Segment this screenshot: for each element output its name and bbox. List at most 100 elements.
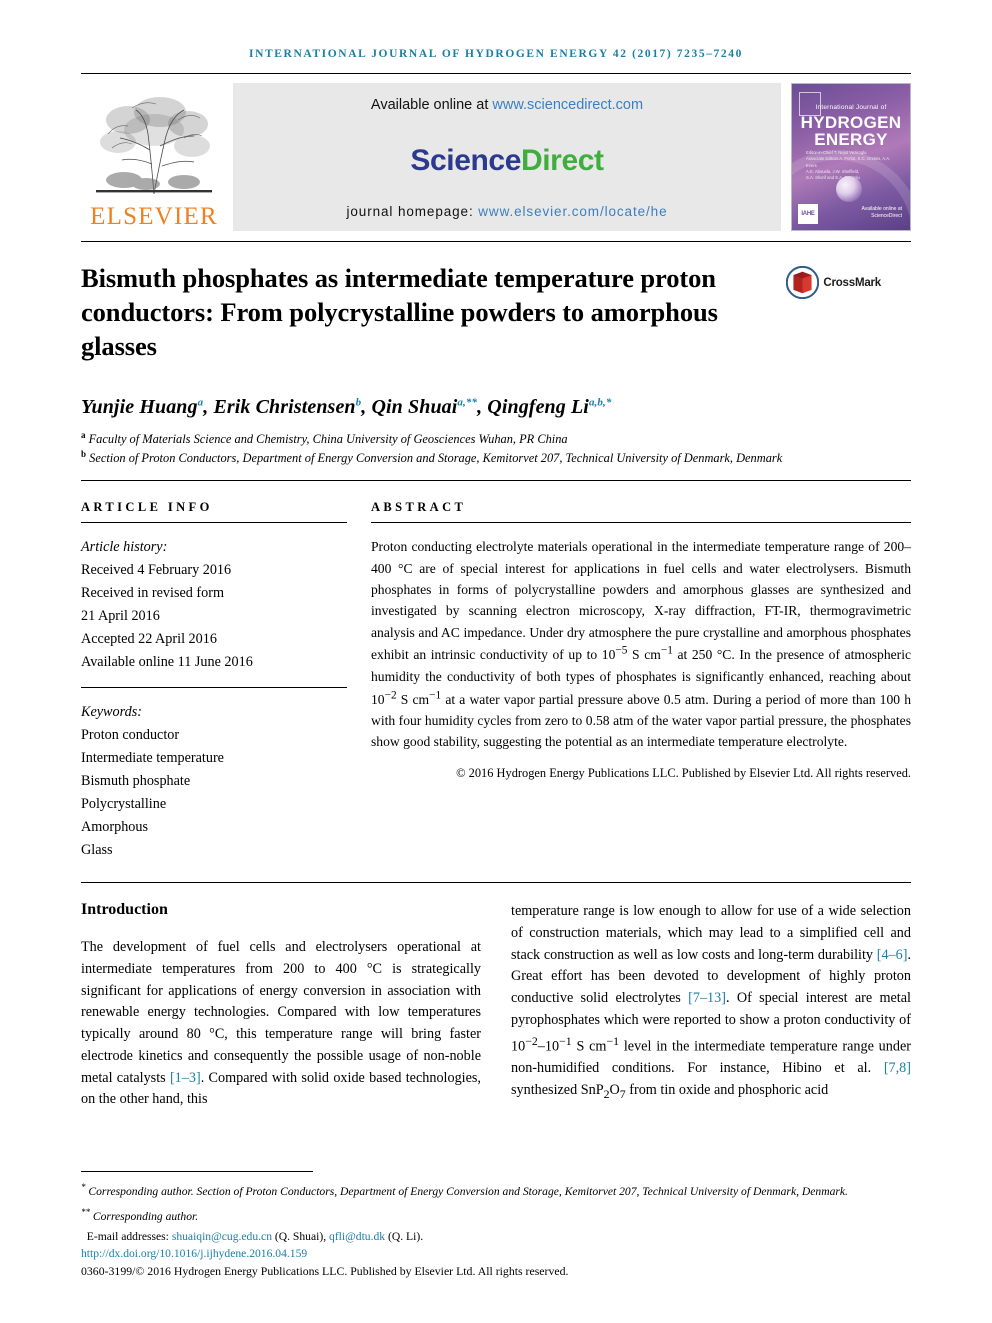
cover-top-label: International Journal of [815, 104, 887, 111]
affiliation-list: a Faculty of Materials Science and Chemi… [81, 429, 911, 468]
citation-link-4-6[interactable]: [4–6] [877, 947, 908, 963]
corresponding-author-text-1: Corresponding author. Section of Proton … [88, 1185, 848, 1199]
keywords-label: Keywords: [81, 704, 142, 721]
keyword-item: Amorphous [81, 819, 148, 836]
keyword-item: Glass [81, 842, 113, 859]
issn-copyright-line: 0360-3199/© 2016 Hydrogen Energy Publica… [81, 1264, 569, 1278]
article-info-column: ARTICLE INFO Article history: Received 4… [81, 500, 371, 862]
article-info-divider [81, 522, 347, 524]
article-history-label: Article history: [81, 539, 168, 556]
abstract-copyright: © 2016 Hydrogen Energy Publications LLC.… [456, 765, 911, 780]
history-item: 21 April 2016 [81, 608, 160, 625]
author-name: Yunjie Huang [81, 395, 198, 418]
sciencedirect-logo-direct: Direct [520, 143, 604, 177]
citation-link-7-8[interactable]: [7,8] [884, 1060, 911, 1076]
masthead-divider [81, 241, 911, 242]
title-block: Bismuth phosphates as intermediate tempe… [81, 262, 911, 364]
introduction-heading: Introduction [81, 901, 168, 919]
history-item: Received 4 February 2016 [81, 562, 232, 579]
body-column-right: temperature range is low enough to allow… [511, 901, 911, 1111]
abstract-section-divider [81, 882, 911, 884]
keyword-list: Keywords: Proton conductor Intermediate … [81, 701, 347, 862]
info-abstract-section: ARTICLE INFO Article history: Received 4… [81, 500, 911, 862]
author-affil-marker: a,b,* [588, 396, 612, 409]
introduction-paragraph-left: The development of fuel cells and electr… [81, 939, 481, 1108]
author-name: Erik Christensen [213, 395, 356, 418]
abstract-heading: ABSTRACT [371, 500, 467, 515]
journal-homepage-link[interactable]: www.elsevier.com/locate/he [478, 204, 667, 219]
doi-link[interactable]: http://dx.doi.org/10.1016/j.ijhydene.201… [81, 1247, 307, 1260]
journal-homepage-text: journal homepage: www.elsevier.com/locat… [346, 204, 667, 219]
article-info-heading: ARTICLE INFO [81, 500, 213, 515]
sciencedirect-logo: ScienceDirect [410, 143, 604, 178]
affiliation-item: a Faculty of Materials Science and Chemi… [81, 429, 911, 449]
history-item: Available online 11 June 2016 [81, 654, 253, 671]
article-page: International Journal of Hydrogen Energy… [0, 0, 992, 1323]
available-online-text: Available online at www.sciencedirect.co… [371, 97, 643, 113]
author-affil-marker: a,** [457, 396, 478, 409]
journal-cover-thumbnail: International Journal of HYDROGEN ENERGY… [791, 83, 911, 231]
corresponding-author-note-1: * Corresponding author. Section of Proto… [81, 1181, 911, 1200]
cover-iahe-mark: IAHE [798, 204, 818, 224]
sciencedirect-banner: Available online at www.sciencedirect.co… [233, 83, 781, 231]
affiliation-marker: a [81, 429, 86, 440]
crossmark-badge[interactable]: CrossMark [771, 262, 881, 364]
author-affil-marker: a [197, 396, 204, 409]
affiliation-text: Faculty of Materials Science and Chemist… [88, 431, 568, 446]
email-link-li[interactable]: qfli@dtu.dk [329, 1230, 385, 1243]
keyword-item: Polycrystalline [81, 796, 167, 813]
crossmark-label: CrossMark [823, 276, 881, 289]
email-owner-shuai: (Q. Shuai) [274, 1230, 324, 1243]
footnote-symbol-2: ** [81, 1206, 90, 1217]
author-name: Qin Shuai [371, 395, 458, 418]
email-owner-li: (Q. Li). [388, 1230, 424, 1243]
author-affil-marker: b [355, 396, 362, 409]
author-name: Qingfeng Li [487, 395, 589, 418]
keywords-divider [81, 687, 347, 689]
author-list: Yunjie Huanga, Erik Christensenb, Qin Sh… [81, 395, 612, 418]
article-title: Bismuth phosphates as intermediate tempe… [81, 263, 718, 361]
affiliation-divider [81, 480, 911, 482]
crossmark-icon [786, 266, 820, 299]
cover-orb-graphic [836, 176, 862, 202]
doi-line[interactable]: http://dx.doi.org/10.1016/j.ijhydene.201… [81, 1247, 911, 1260]
masthead: ELSEVIER Available online at www.science… [81, 83, 911, 231]
body-column-left: Introduction The development of fuel cel… [81, 901, 481, 1111]
sciencedirect-logo-science: Science [410, 143, 521, 177]
email-link-shuai[interactable]: shuaiqin@cug.edu.cn [172, 1230, 272, 1243]
history-item: Received in revised form [81, 585, 225, 602]
cover-title-line2: ENERGY [814, 130, 888, 149]
abstract-divider [371, 522, 911, 524]
introduction-paragraph-right: temperature range is low enough to allow… [511, 903, 911, 1101]
elsevier-wordmark: ELSEVIER [90, 203, 218, 230]
email-addresses-line: E-mail addresses: shuaiqin@cug.edu.cn (Q… [86, 1230, 424, 1243]
footnote-section: * Corresponding author. Section of Proto… [81, 1171, 911, 1279]
available-online-prefix: Available online at [370, 97, 493, 113]
keyword-item: Intermediate temperature [81, 750, 224, 767]
history-item: Accepted 22 April 2016 [81, 631, 217, 648]
abstract-text: Proton conducting electrolyte materials … [371, 536, 911, 783]
corresponding-author-note-2: ** Corresponding author. [81, 1206, 911, 1225]
header-divider [81, 73, 911, 74]
abstract-column: ABSTRACT Proton conducting electrolyte m… [371, 500, 911, 862]
journal-homepage-label: journal homepage: [346, 204, 479, 219]
affiliation-text: Section of Proton Conductors, Department… [89, 451, 783, 466]
body-columns: Introduction The development of fuel cel… [81, 901, 911, 1111]
affiliation-marker: b [81, 449, 87, 460]
footnote-divider [81, 1171, 313, 1173]
affiliation-item: b Section of Proton Conductors, Departme… [81, 448, 911, 468]
sciencedirect-url-link[interactable]: www.sciencedirect.com [492, 97, 643, 113]
email-label: E-mail addresses: [86, 1230, 169, 1243]
citation-link-7-13[interactable]: [7–13] [688, 990, 726, 1006]
footnote-symbol-1: * [81, 1182, 86, 1193]
running-head: International Journal of Hydrogen Energy… [249, 48, 743, 60]
cover-sciencedirect-mark: Available online at ScienceDirect [861, 206, 903, 219]
elsevier-logo: ELSEVIER [81, 83, 227, 231]
article-history: Article history: Received 4 February 201… [81, 536, 347, 674]
abstract-body: Proton conducting electrolyte materials … [371, 539, 912, 750]
keyword-item: Proton conductor [81, 727, 180, 744]
elsevier-tree-icon [88, 90, 220, 202]
citation-link-1-3[interactable]: [1–3] [170, 1070, 201, 1086]
keyword-item: Bismuth phosphate [81, 773, 191, 790]
corresponding-author-text-2: Corresponding author. [92, 1209, 199, 1223]
